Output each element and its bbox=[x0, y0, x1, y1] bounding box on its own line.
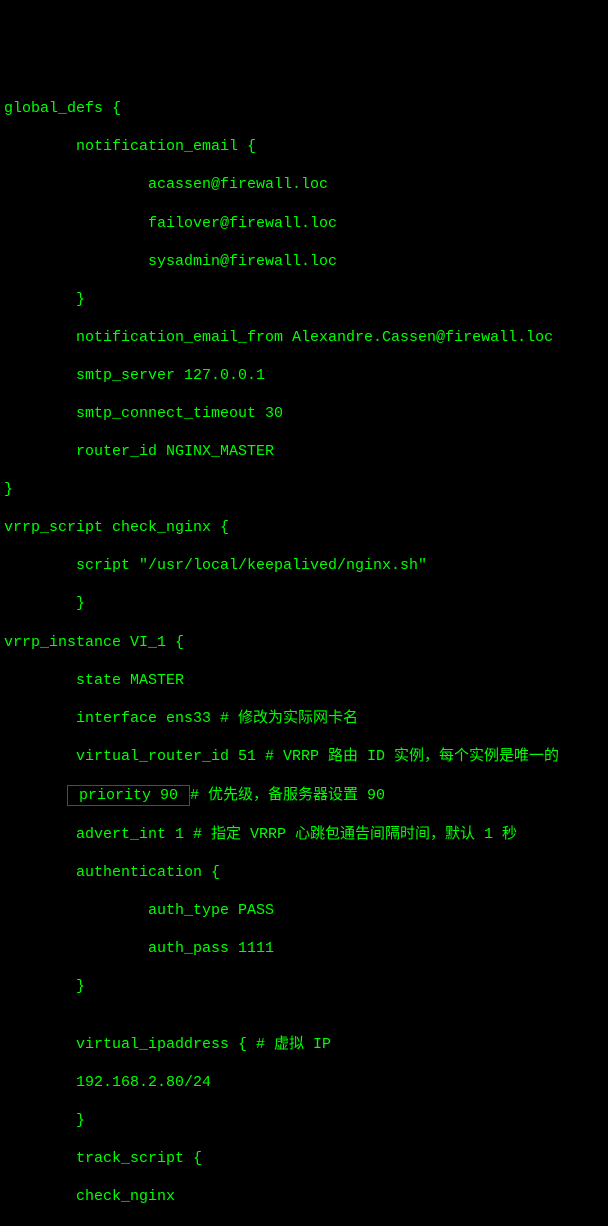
code-line: } bbox=[4, 977, 604, 996]
code-line: advert_int 1 # 指定 VRRP 心跳包通告间隔时间，默认 1 秒 bbox=[4, 825, 604, 844]
code-line: auth_type PASS bbox=[4, 901, 604, 920]
priority-highlight: priority 90 bbox=[67, 785, 190, 806]
code-line: virtual_router_id 51 # VRRP 路由 ID 实例，每个实… bbox=[4, 747, 604, 766]
code-line: smtp_connect_timeout 30 bbox=[4, 404, 604, 423]
code-line: global_defs { bbox=[4, 99, 604, 118]
code-line: notification_email { bbox=[4, 137, 604, 156]
code-line: check_nginx bbox=[4, 1187, 604, 1206]
code-line: notification_email_from Alexandre.Cassen… bbox=[4, 328, 604, 347]
code-line: smtp_server 127.0.0.1 bbox=[4, 366, 604, 385]
code-line: interface ens33 # 修改为实际网卡名 bbox=[4, 709, 604, 728]
code-line: sysadmin@firewall.loc bbox=[4, 252, 604, 271]
code-line: } bbox=[4, 480, 604, 499]
code-line: state MASTER bbox=[4, 671, 604, 690]
code-line: acassen@firewall.loc bbox=[4, 175, 604, 194]
code-line: script "/usr/local/keepalived/nginx.sh" bbox=[4, 556, 604, 575]
code-line: } bbox=[4, 594, 604, 613]
code-line: router_id NGINX_MASTER bbox=[4, 442, 604, 461]
code-line: vrrp_script check_nginx { bbox=[4, 518, 604, 537]
code-line: vrrp_instance VI_1 { bbox=[4, 633, 604, 652]
code-line: track_script { bbox=[4, 1149, 604, 1168]
code-line: } bbox=[4, 1111, 604, 1130]
priority-comment: # 优先级，备服务器设置 90 bbox=[190, 787, 385, 804]
code-line: 192.168.2.80/24 bbox=[4, 1073, 604, 1092]
code-line: } bbox=[4, 1225, 604, 1226]
code-line: auth_pass 1111 bbox=[4, 939, 604, 958]
code-line-highlighted: priority 90 # 优先级，备服务器设置 90 bbox=[4, 785, 604, 806]
code-line: failover@firewall.loc bbox=[4, 214, 604, 233]
code-line: authentication { bbox=[4, 863, 604, 882]
terminal-output: global_defs { notification_email { acass… bbox=[4, 80, 604, 1226]
code-line: } bbox=[4, 290, 604, 309]
code-line: virtual_ipaddress { # 虚拟 IP bbox=[4, 1035, 604, 1054]
